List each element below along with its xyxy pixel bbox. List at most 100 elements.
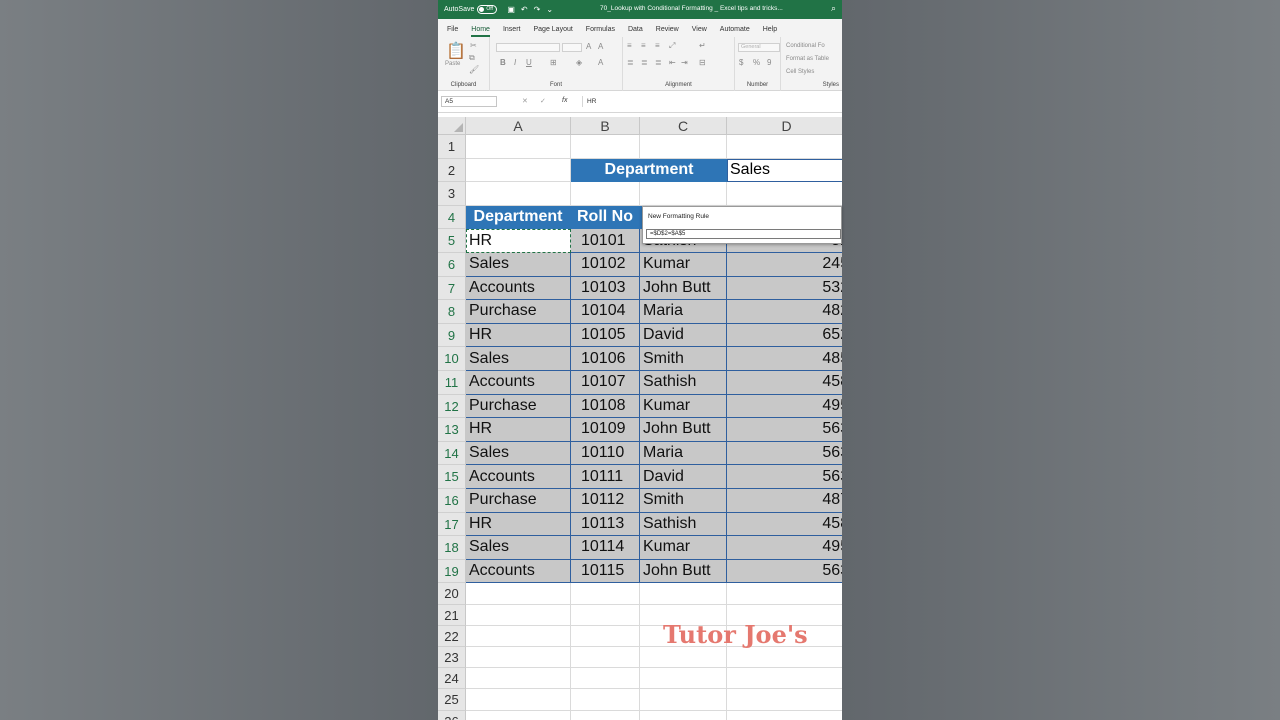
cell[interactable]	[640, 689, 727, 711]
tab-formulas[interactable]: Formulas	[586, 26, 615, 37]
table-cell-d[interactable]: 5630	[727, 559, 842, 584]
cell[interactable]	[640, 182, 727, 206]
align-left-icon[interactable]: ≣	[627, 58, 634, 67]
table-cell-dept[interactable]: Sales	[466, 441, 571, 466]
align-right-icon[interactable]: ≣	[655, 58, 662, 67]
currency-icon[interactable]: $	[739, 58, 743, 67]
table-cell-dept[interactable]: Accounts	[466, 371, 571, 395]
format-painter-icon[interactable]: 🖌	[469, 65, 479, 74]
row-header-9[interactable]: 9	[438, 323, 466, 348]
copy-icon[interactable]: ⧉	[469, 53, 475, 63]
table-cell-roll[interactable]: 10105	[571, 323, 640, 348]
table-cell-roll[interactable]: 10104	[571, 300, 640, 324]
font-name-box[interactable]	[496, 43, 560, 52]
tab-insert[interactable]: Insert	[503, 26, 521, 37]
cell[interactable]	[571, 583, 640, 605]
table-cell-name[interactable]: Kumar	[640, 394, 727, 419]
row-header-24[interactable]: 24	[438, 668, 466, 690]
table-cell-d[interactable]: 6520	[727, 323, 842, 348]
table-cell-name[interactable]: Maria	[640, 300, 727, 324]
cell[interactable]	[727, 583, 842, 605]
cell[interactable]	[727, 710, 842, 720]
table-cell-name[interactable]: Kumar	[640, 253, 727, 277]
cell[interactable]	[466, 647, 571, 669]
cell[interactable]	[466, 135, 571, 159]
row-header-7[interactable]: 7	[438, 276, 466, 301]
table-cell-roll[interactable]: 10108	[571, 394, 640, 419]
table-cell-dept[interactable]: HR	[466, 323, 571, 348]
table-cell-d[interactable]: 2458	[727, 253, 842, 277]
cell[interactable]	[571, 689, 640, 711]
table-cell-d[interactable]: 5630	[727, 465, 842, 489]
number-format-box[interactable]: General	[738, 43, 780, 52]
table-cell-dept[interactable]: Purchase	[466, 394, 571, 419]
undo-icon[interactable]: ↶	[521, 5, 528, 14]
cell[interactable]	[727, 135, 842, 159]
table-cell-dept[interactable]: Accounts	[466, 276, 571, 301]
table-cell-roll[interactable]: 10103	[571, 276, 640, 301]
align-center-icon[interactable]: ≣	[641, 58, 648, 67]
align-top-icon[interactable]: ≡	[627, 41, 632, 50]
table-cell-d[interactable]: 4820	[727, 300, 842, 324]
row-header-4[interactable]: 4	[438, 205, 466, 230]
table-cell-roll[interactable]: 10113	[571, 512, 640, 537]
cell[interactable]	[571, 668, 640, 690]
table-cell-d[interactable]: 4850	[727, 347, 842, 371]
cell[interactable]	[640, 583, 727, 605]
cell[interactable]	[727, 182, 842, 206]
cell[interactable]	[571, 604, 640, 626]
font-color-icon[interactable]: A	[598, 58, 603, 67]
table-cell-d[interactable]: 4580	[727, 512, 842, 537]
row-header-16[interactable]: 16	[438, 489, 466, 513]
table-cell-roll[interactable]: 10109	[571, 418, 640, 442]
table-cell-name[interactable]: John Butt	[640, 276, 727, 301]
table-cell-dept[interactable]: HR	[466, 229, 571, 253]
table-cell-roll[interactable]: 10102	[571, 253, 640, 277]
autosave-toggle[interactable]: Off	[477, 5, 498, 14]
align-middle-icon[interactable]: ≡	[641, 41, 646, 50]
fill-color-icon[interactable]: ◈	[576, 58, 582, 67]
table-cell-name[interactable]: David	[640, 323, 727, 348]
table-cell-d[interactable]: 4955	[727, 394, 842, 419]
table-cell-roll[interactable]: 10107	[571, 371, 640, 395]
borders-icon[interactable]: ⊞	[550, 58, 557, 67]
wrap-text-icon[interactable]: ↵	[699, 41, 706, 50]
customize-icon[interactable]: ⌄	[546, 5, 553, 14]
tab-data[interactable]: Data	[628, 26, 643, 37]
cell[interactable]	[466, 689, 571, 711]
row-header-5[interactable]: 5	[438, 229, 466, 253]
cut-icon[interactable]: ✂	[470, 41, 477, 50]
rule-formula-input[interactable]: =$D$2=$A$5	[646, 229, 841, 239]
search-icon[interactable]: ⌕	[831, 3, 836, 14]
table-cell-name[interactable]: Sathish	[640, 371, 727, 395]
bold-icon[interactable]: B	[500, 58, 506, 67]
merge-center-icon[interactable]: ⊟	[699, 58, 706, 67]
cancel-icon[interactable]: ✕	[522, 97, 528, 105]
column-header-a[interactable]: A	[466, 117, 571, 135]
table-cell-name[interactable]: John Butt	[640, 559, 727, 584]
cell[interactable]	[727, 668, 842, 690]
table-cell-dept[interactable]: HR	[466, 418, 571, 442]
column-header-d[interactable]: D	[727, 117, 842, 135]
row-header-15[interactable]: 15	[438, 465, 466, 489]
underline-icon[interactable]: U	[526, 58, 532, 67]
table-cell-name[interactable]: Maria	[640, 441, 727, 466]
table-cell-d[interactable]: 4870	[727, 489, 842, 513]
table-cell-dept[interactable]: Purchase	[466, 489, 571, 513]
tab-file[interactable]: File	[447, 26, 458, 37]
table-cell-d[interactable]: 5630	[727, 418, 842, 442]
cell[interactable]	[466, 668, 571, 690]
table-cell-name[interactable]: Smith	[640, 347, 727, 371]
cell[interactable]	[466, 604, 571, 626]
save-icon[interactable]: ▣	[507, 5, 515, 14]
formula-input[interactable]: HR	[582, 96, 842, 107]
row-header-1[interactable]: 1	[438, 135, 466, 159]
tab-help[interactable]: Help	[763, 26, 777, 37]
row-header-14[interactable]: 14	[438, 441, 466, 466]
row-header-8[interactable]: 8	[438, 300, 466, 324]
table-cell-roll[interactable]: 10114	[571, 536, 640, 560]
tab-view[interactable]: View	[692, 26, 707, 37]
row-header-26[interactable]: 26	[438, 710, 466, 720]
cell[interactable]	[571, 135, 640, 159]
table-cell-name[interactable]: Smith	[640, 489, 727, 513]
